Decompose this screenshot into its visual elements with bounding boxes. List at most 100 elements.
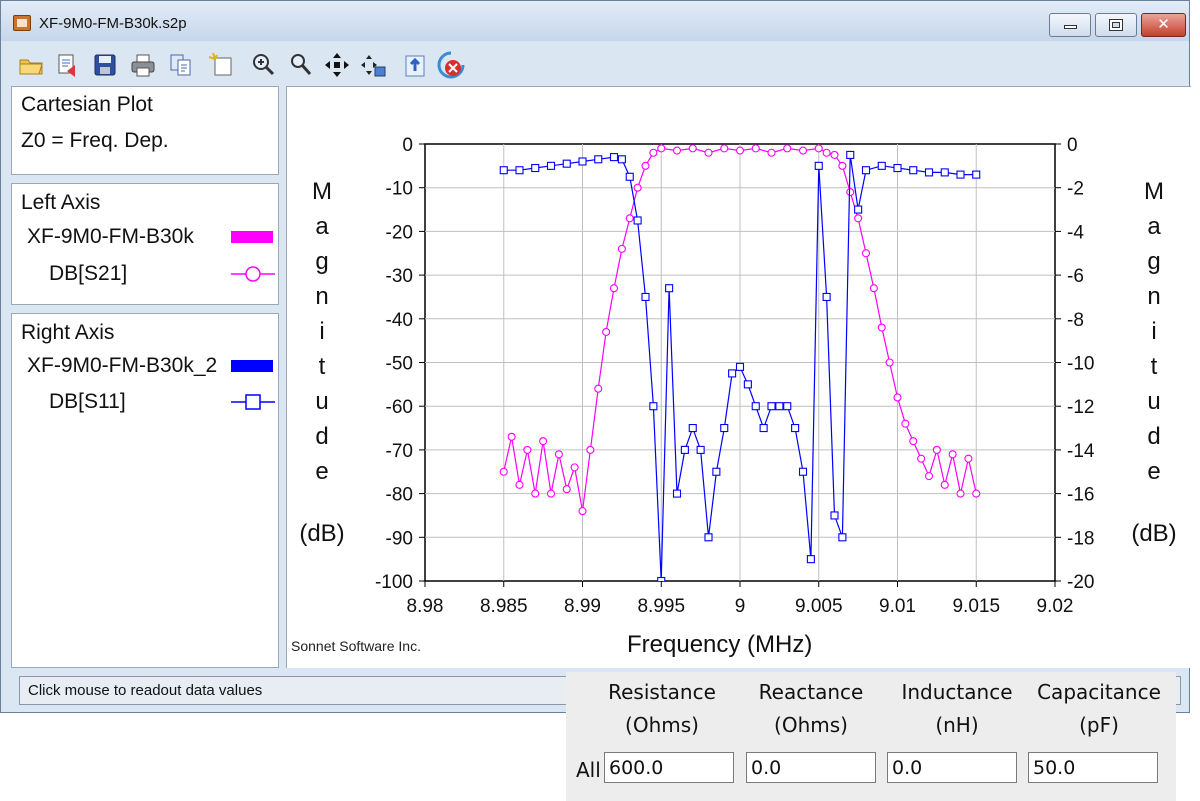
data-point <box>924 168 934 177</box>
data-point <box>578 157 587 166</box>
x-tick-label: 8.98 <box>407 596 444 617</box>
data-point <box>767 402 776 411</box>
capacitance-input[interactable] <box>1028 752 1158 783</box>
axis-label-letter: M <box>1144 178 1164 205</box>
axis-label-letter: g <box>315 248 329 275</box>
stop-icon[interactable] <box>437 51 465 79</box>
minimize-icon <box>1064 25 1077 29</box>
axis-label-letter: n <box>315 283 329 310</box>
y-right-tick-label: -20 <box>1067 572 1094 593</box>
data-point <box>956 489 965 498</box>
copy-icon[interactable] <box>167 51 195 79</box>
measure-icon[interactable] <box>359 51 387 79</box>
resistance-input[interactable] <box>604 752 734 783</box>
data-point <box>791 423 800 433</box>
data-point <box>806 555 815 564</box>
data-point <box>641 161 650 170</box>
open-folder-icon[interactable] <box>17 51 45 79</box>
new-plot-icon[interactable] <box>207 51 235 79</box>
all-row-label: All <box>576 758 601 782</box>
right-axis-legend[interactable]: Right Axis XF-9M0-FM-B30k_2 DB[S11] <box>11 313 279 668</box>
close-button[interactable]: ✕ <box>1141 13 1186 37</box>
y-right-tick-label: 0 <box>1067 135 1078 156</box>
data-point <box>735 146 745 155</box>
resistance-header: Resistance (Ohms) <box>587 676 737 742</box>
data-point <box>688 144 697 153</box>
data-point <box>531 489 540 498</box>
inductance-header: Inductance (nH) <box>882 676 1032 742</box>
app-window: XF-9M0-FM-B30k.s2p ✕ Cartesian Plot Z0 =… <box>0 0 1191 713</box>
data-point <box>775 402 784 411</box>
zoom-out-icon[interactable] <box>287 51 315 79</box>
data-point <box>972 170 981 179</box>
y-right-tick-label: -16 <box>1067 485 1094 506</box>
left-axis-trace-name[interactable]: DB[S21] <box>49 262 127 286</box>
data-point <box>735 362 745 371</box>
x-tick-label: 8.985 <box>480 596 528 617</box>
data-point <box>594 155 603 164</box>
data-point <box>861 249 871 258</box>
y-left-tick-label: -80 <box>386 485 413 506</box>
right-axis-heading: Right Axis <box>21 321 115 344</box>
print-icon[interactable] <box>129 51 157 79</box>
y-right-tick-label: -2 <box>1067 179 1084 200</box>
pan-icon[interactable] <box>323 51 351 79</box>
data-point <box>956 170 965 179</box>
toolbar <box>1 46 1189 84</box>
data-point <box>759 423 768 433</box>
app-icon <box>13 15 31 31</box>
axis-label-letter: u <box>1147 388 1161 415</box>
right-axis-trace-name[interactable]: DB[S11] <box>49 390 126 414</box>
capacitance-header-name: Capacitance <box>1037 680 1161 704</box>
data-point <box>617 155 626 164</box>
export-icon[interactable] <box>53 51 81 79</box>
data-point <box>641 292 650 301</box>
reactance-input[interactable] <box>746 752 876 783</box>
plot-area[interactable]: 8.98 8.985 8.99 8.995 9 9.005 9.01 9.015 9.02 0 -1… <box>286 86 1191 668</box>
data-point <box>672 146 682 155</box>
data-point <box>515 166 524 175</box>
data-point <box>783 402 792 411</box>
data-point <box>586 445 595 454</box>
right-axis-file-name[interactable]: XF-9M0-FM-B30k_2 <box>27 354 217 378</box>
data-point <box>499 166 508 175</box>
left-axis-file-name[interactable]: XF-9M0-FM-B30k <box>27 225 194 249</box>
axis-label-letter: d <box>315 423 329 450</box>
data-point <box>751 402 760 411</box>
capacitance-header-unit: (pF) <box>1079 713 1119 737</box>
y-right-tick-label: -6 <box>1067 266 1084 287</box>
data-point <box>633 216 642 225</box>
data-point <box>665 284 674 293</box>
inductance-input[interactable] <box>887 752 1017 783</box>
data-point <box>554 450 563 459</box>
maximize-button[interactable] <box>1095 13 1137 37</box>
data-point <box>838 161 847 170</box>
refresh-icon[interactable] <box>401 51 429 79</box>
left-axis-legend[interactable]: Left Axis XF-9M0-FM-B30k DB[S21] <box>11 183 279 305</box>
close-icon: ✕ <box>1157 15 1170 33</box>
watermark: Sonnet Software Inc. <box>291 638 421 654</box>
data-point <box>649 402 658 411</box>
circle-marker-icon <box>231 266 275 282</box>
data-point <box>657 144 666 153</box>
save-icon[interactable] <box>91 51 119 79</box>
zoom-in-icon[interactable] <box>249 51 277 79</box>
title-bar[interactable]: XF-9M0-FM-B30k.s2p ✕ <box>1 1 1189 41</box>
minimize-button[interactable] <box>1049 13 1091 37</box>
y-left-tick-label: -90 <box>386 528 413 549</box>
data-point <box>515 480 524 489</box>
x-tick-label: 8.995 <box>637 596 685 617</box>
x-tick-label: 8.99 <box>564 596 601 617</box>
data-point <box>594 384 603 393</box>
axis-label-letter: M <box>312 178 332 205</box>
y-left-tick-label: -100 <box>375 572 413 593</box>
axis-label-letter: t <box>318 353 326 380</box>
x-axis-label: Frequency (MHz) <box>627 631 813 658</box>
data-point <box>720 423 729 433</box>
data-point <box>940 480 949 489</box>
data-point <box>546 489 556 498</box>
data-point <box>562 159 571 168</box>
cartesian-chart[interactable]: 8.98 8.985 8.99 8.995 9 9.005 9.01 9.015 9.02 0 -1… <box>287 87 1191 667</box>
square-marker-icon <box>231 394 275 410</box>
resistance-header-name: Resistance <box>608 680 716 704</box>
